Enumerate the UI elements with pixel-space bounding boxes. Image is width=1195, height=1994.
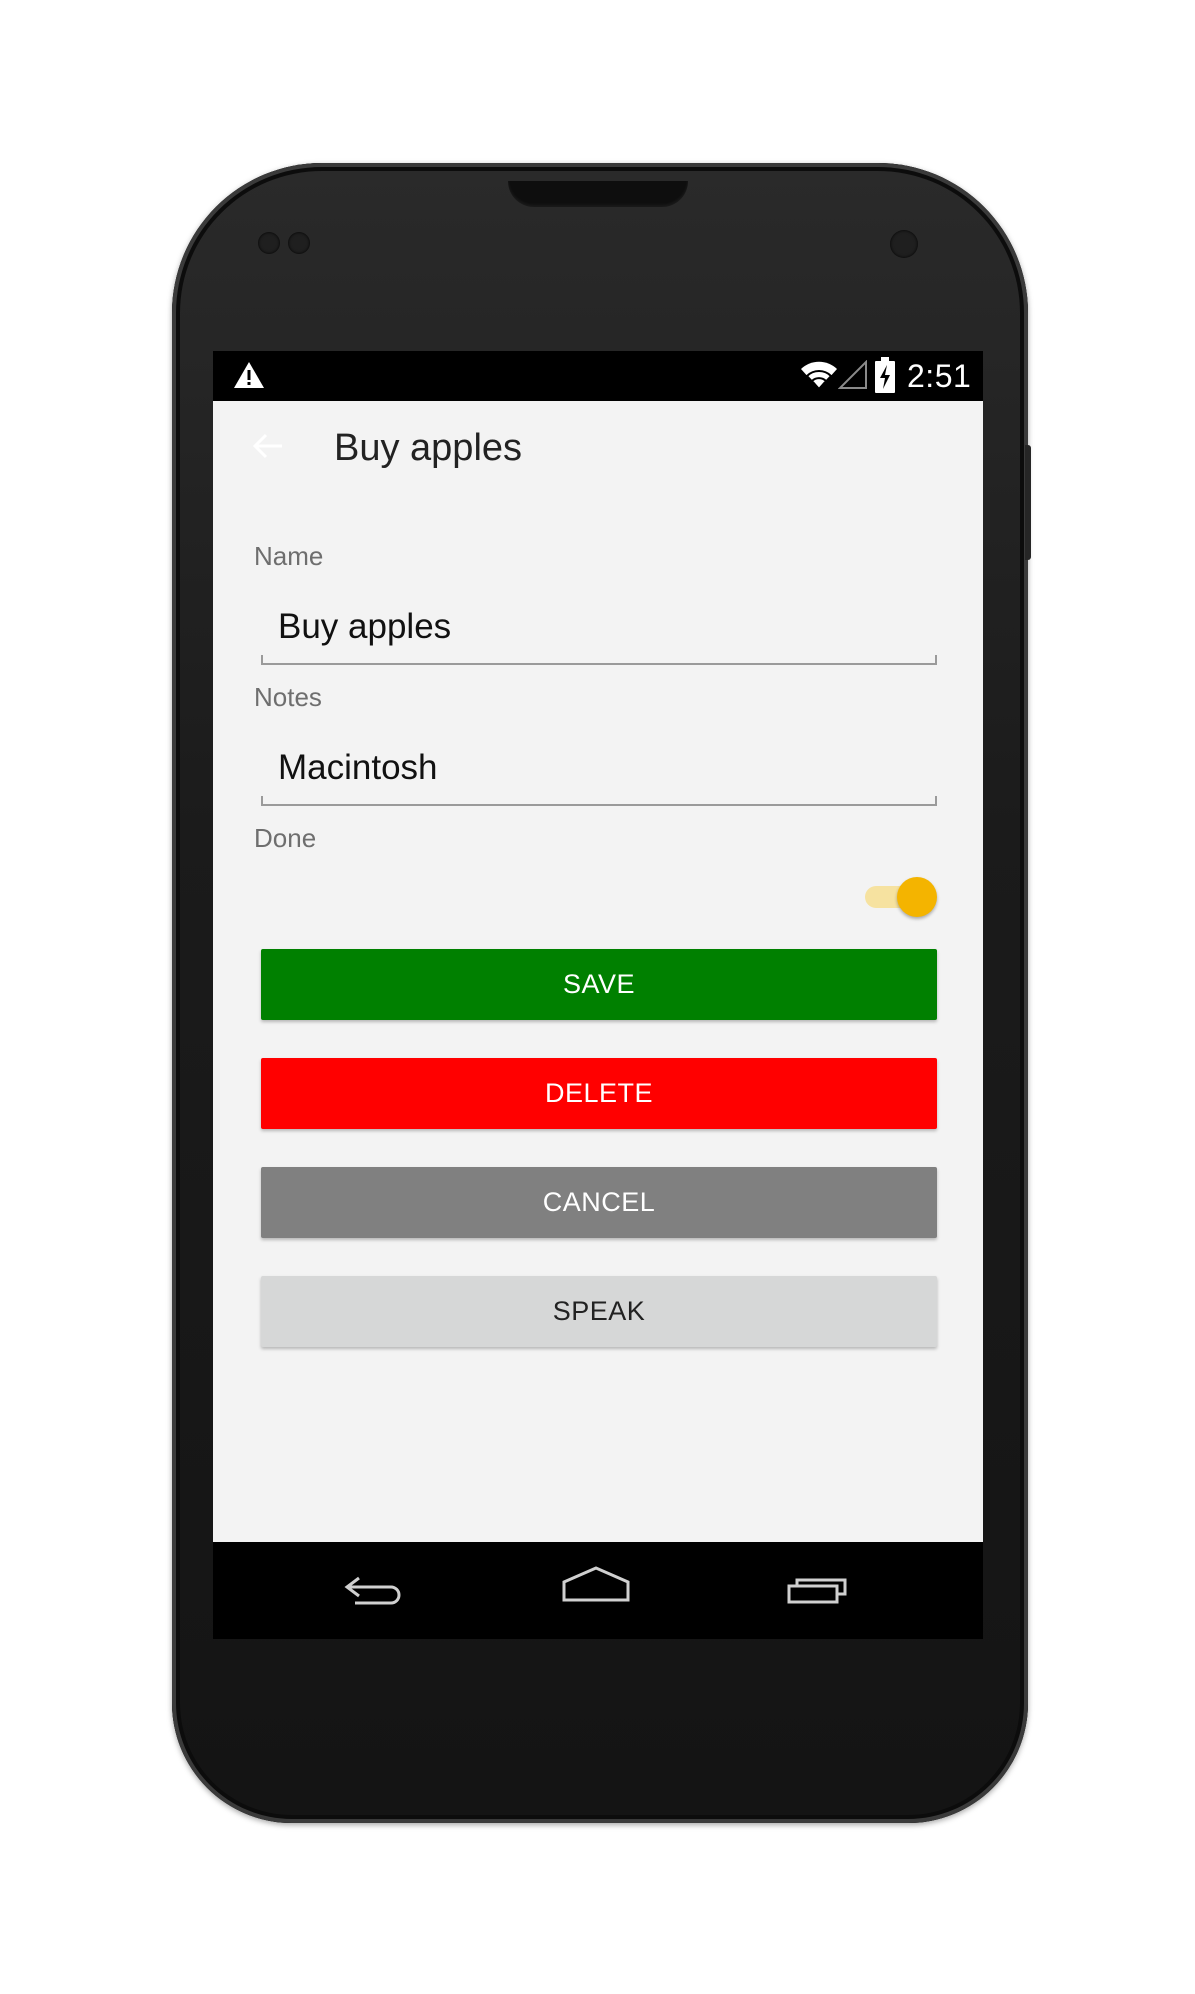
arrow-left-icon[interactable]	[251, 429, 285, 463]
name-field-underline	[261, 655, 937, 665]
proximity-sensor	[258, 232, 280, 254]
notes-field[interactable]	[261, 737, 937, 799]
notes-label: Notes	[254, 682, 322, 712]
page-title: Buy apples	[334, 427, 523, 469]
screen: 2:51 Buy apples Name Notes Done SAVE DEL…	[213, 351, 983, 1639]
app-bar: Buy apples	[213, 401, 983, 511]
navigation-bar	[213, 1542, 983, 1639]
delete-button[interactable]: DELETE	[261, 1058, 937, 1129]
volume-key	[1025, 445, 1031, 560]
status-bar: 2:51	[213, 351, 983, 401]
status-clock: 2:51	[907, 358, 972, 394]
battery-charging-icon	[875, 357, 895, 393]
signal-icon	[838, 360, 867, 389]
name-label: Name	[254, 541, 324, 571]
warning-icon	[234, 362, 264, 388]
recents-nav-icon[interactable]	[781, 1558, 861, 1622]
wifi-icon	[801, 361, 837, 391]
notes-field-underline	[261, 796, 937, 806]
back-nav-icon[interactable]	[333, 1558, 413, 1622]
earpiece-speaker	[508, 181, 688, 207]
done-label: Done	[254, 823, 317, 853]
done-toggle[interactable]	[861, 875, 941, 919]
home-nav-icon[interactable]	[556, 1558, 636, 1622]
name-field[interactable]	[261, 596, 937, 658]
front-camera	[890, 230, 918, 258]
save-button[interactable]: SAVE	[261, 949, 937, 1020]
light-sensor	[288, 232, 310, 254]
cancel-button[interactable]: CANCEL	[261, 1167, 937, 1238]
toggle-thumb	[897, 877, 937, 917]
speak-button[interactable]: SPEAK	[261, 1276, 937, 1347]
